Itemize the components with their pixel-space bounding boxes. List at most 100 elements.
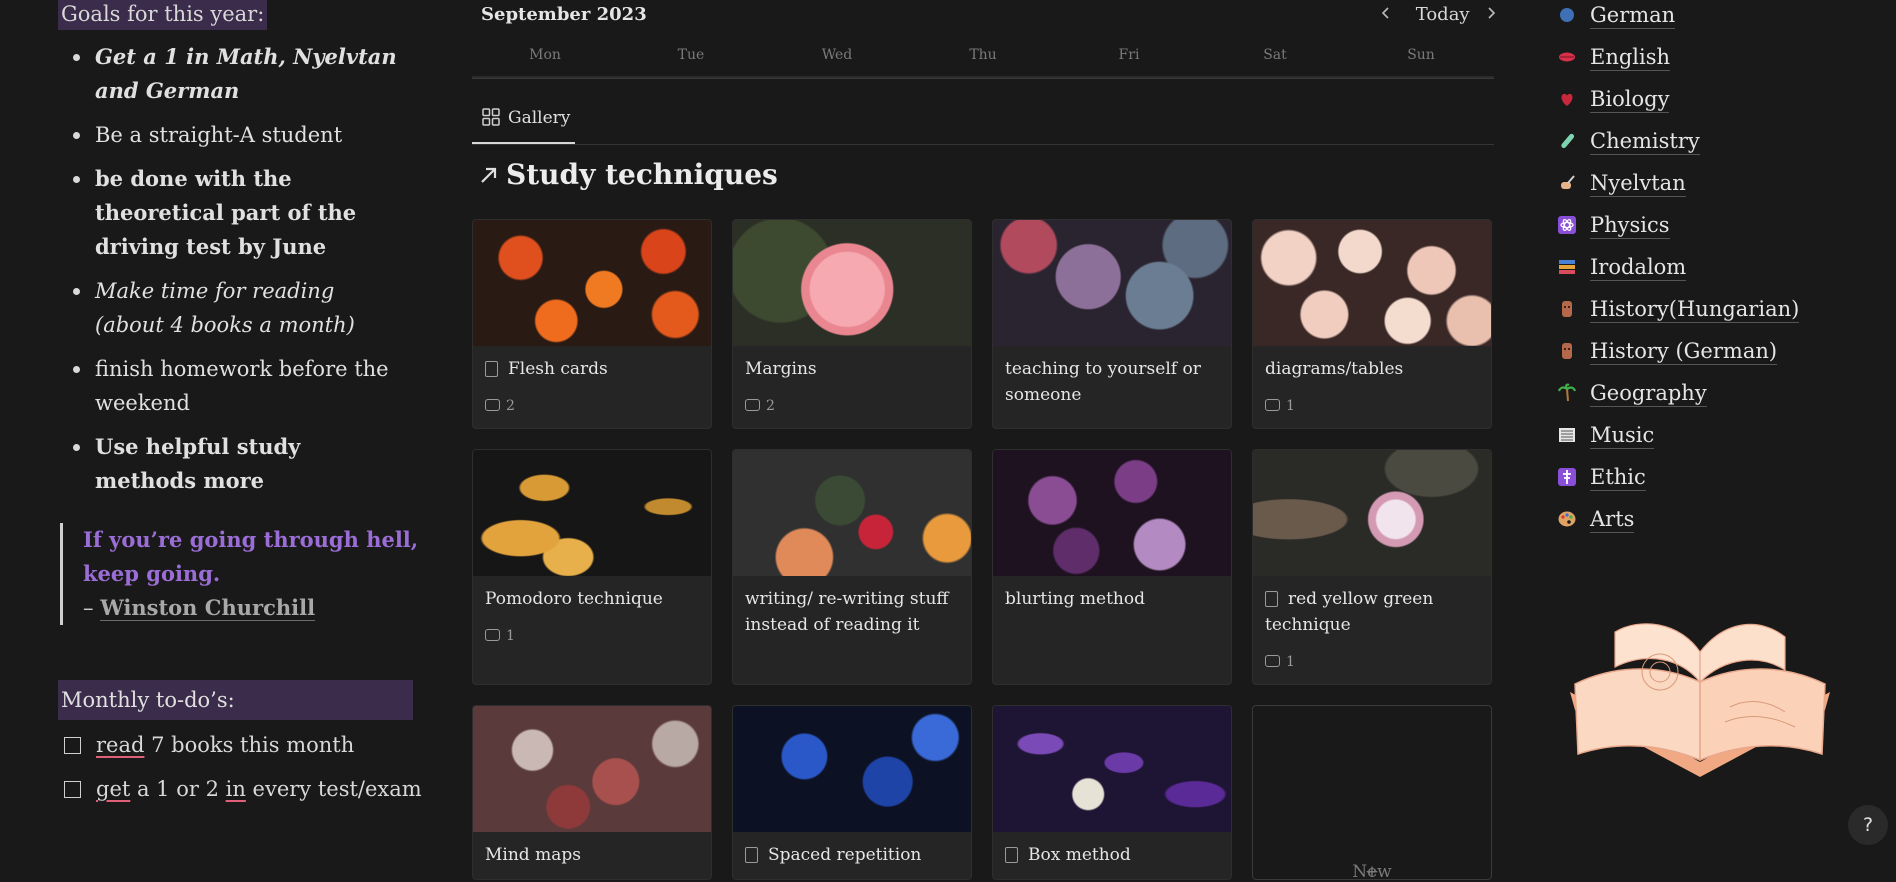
page-icon bbox=[1005, 847, 1018, 863]
weekday-label: Tue bbox=[677, 47, 705, 63]
subject-item-physics[interactable]: Physics bbox=[1556, 204, 1799, 246]
test-tube-icon bbox=[1556, 130, 1578, 152]
quote-line: If you’re going through hell, bbox=[83, 527, 419, 552]
todo-word: read bbox=[96, 733, 145, 757]
gallery-card[interactable]: blurting method bbox=[992, 449, 1232, 685]
calendar-nav: Today bbox=[1380, 4, 1497, 25]
calendar-row-divider bbox=[472, 76, 1494, 79]
lips-icon bbox=[1556, 46, 1578, 68]
gallery-card[interactable]: Box method bbox=[992, 705, 1232, 880]
quote-author-link[interactable]: Winston Churchill bbox=[100, 595, 316, 621]
todo-checkbox[interactable] bbox=[64, 737, 81, 754]
comment-count-text: 1 bbox=[506, 628, 515, 644]
subject-item-biology[interactable]: Biology bbox=[1556, 78, 1799, 120]
help-button[interactable]: ? bbox=[1848, 805, 1888, 845]
card-title-text: Box method bbox=[1028, 845, 1131, 865]
arrow-up-right-icon bbox=[481, 167, 497, 183]
card-cover-image bbox=[733, 706, 971, 832]
gallery-section-title[interactable]: Study techniques bbox=[478, 158, 778, 191]
gallery-card[interactable]: writing/ re-writing stuff instead of rea… bbox=[732, 449, 972, 685]
weekday-label: Sun bbox=[1407, 47, 1435, 63]
card-title: Mind maps bbox=[473, 832, 711, 868]
chevron-left-icon[interactable] bbox=[1380, 4, 1400, 25]
weekday-label: Sat bbox=[1263, 47, 1287, 63]
todo-item: read 7 books this month bbox=[64, 731, 354, 759]
gallery-card[interactable]: Flesh cards 2 bbox=[472, 219, 712, 429]
gallery-card[interactable]: teaching to yourself or someone bbox=[992, 219, 1232, 429]
goal-item: Be a straight-A student bbox=[60, 118, 400, 152]
todo-word: in bbox=[225, 777, 246, 801]
weekday-label: Thu bbox=[969, 47, 997, 63]
todo-checkbox[interactable] bbox=[64, 781, 81, 798]
card-cover-image bbox=[473, 706, 711, 832]
palm-tree-icon bbox=[1556, 382, 1578, 404]
subject-item-chemistry[interactable]: Chemistry bbox=[1556, 120, 1799, 162]
subject-item-irodalom[interactable]: Irodalom bbox=[1556, 246, 1799, 288]
gallery-card[interactable]: Spaced repetition bbox=[732, 705, 972, 880]
musical-score-icon bbox=[1556, 424, 1578, 446]
goal-item: Get a 1 in Math, Nyelvtan and German bbox=[60, 40, 400, 108]
subject-item-german[interactable]: German bbox=[1556, 0, 1799, 36]
todo-word: get bbox=[96, 777, 131, 801]
card-title-text: Margins bbox=[745, 359, 817, 379]
page-icon bbox=[745, 847, 758, 863]
card-title: Pomodoro technique bbox=[473, 576, 711, 612]
card-title: Box method bbox=[993, 832, 1231, 868]
calendar-weekdays: Mon Tue Wed Thu Fri Sat Sun bbox=[472, 47, 1494, 63]
subject-item-ethic[interactable]: Ethic bbox=[1556, 456, 1799, 498]
card-cover-image bbox=[1253, 220, 1491, 346]
subject-item-arts[interactable]: Arts bbox=[1556, 498, 1799, 540]
subject-item-geography[interactable]: Geography bbox=[1556, 372, 1799, 414]
card-cover-image bbox=[993, 450, 1231, 576]
subject-item-nyelvtan[interactable]: Nyelvtan bbox=[1556, 162, 1799, 204]
card-title-text: writing/ re-writing stuff instead of rea… bbox=[745, 589, 949, 635]
card-title-text: teaching to yourself or someone bbox=[1005, 359, 1201, 405]
card-title-text: blurting method bbox=[1005, 589, 1145, 609]
goals-heading: Goals for this year: bbox=[58, 0, 268, 30]
subject-item-history-hungarian[interactable]: History(Hungarian) bbox=[1556, 288, 1800, 330]
comment-icon bbox=[1265, 399, 1280, 411]
new-card-button[interactable]: + New bbox=[1252, 705, 1492, 882]
gallery-card[interactable]: Pomodoro technique 1 bbox=[472, 449, 712, 685]
today-button[interactable]: Today bbox=[1416, 4, 1470, 25]
card-title-text: Mind maps bbox=[485, 845, 581, 865]
quote-line: keep going. bbox=[83, 561, 221, 586]
gallery-card[interactable]: Margins 2 bbox=[732, 219, 972, 429]
card-cover-image bbox=[993, 220, 1231, 346]
todo-text: a 1 or 2 bbox=[130, 777, 226, 801]
quote-block: If you’re going through hell, keep going… bbox=[60, 523, 443, 625]
subject-item-history-german[interactable]: History (German) bbox=[1556, 330, 1799, 372]
open-book-illustration bbox=[1570, 623, 1830, 777]
gallery-card[interactable]: Mind maps bbox=[472, 705, 712, 880]
tab-divider bbox=[472, 144, 1494, 145]
gallery-card[interactable]: diagrams/tables 1 bbox=[1252, 219, 1492, 429]
page-icon bbox=[1265, 591, 1278, 607]
card-title: Margins bbox=[733, 346, 971, 382]
goal-item: Use helpful study methods more bbox=[60, 430, 400, 498]
comment-count: 2 bbox=[745, 398, 775, 414]
section-title-text: Study techniques bbox=[506, 158, 778, 191]
card-title: writing/ re-writing stuff instead of rea… bbox=[733, 576, 971, 638]
calendar-month-title: September 2023 bbox=[481, 4, 647, 25]
weekday-label: Mon bbox=[529, 47, 561, 63]
comment-count-text: 1 bbox=[1286, 654, 1295, 670]
card-title-text: Flesh cards bbox=[508, 359, 608, 379]
subject-item-english[interactable]: English bbox=[1556, 36, 1799, 78]
card-title: red yellow green technique bbox=[1253, 576, 1491, 638]
todo-text: every test/exam bbox=[245, 777, 422, 801]
tab-gallery-label: Gallery bbox=[508, 108, 571, 128]
goal-item: Make time for reading (about 4 books a m… bbox=[60, 274, 400, 342]
comment-count: 1 bbox=[1265, 654, 1295, 670]
todo-item: get a 1 or 2 in every test/exam bbox=[64, 775, 422, 803]
chevron-right-icon[interactable] bbox=[1485, 4, 1497, 25]
new-card-text: New bbox=[1352, 862, 1392, 882]
card-cover-image bbox=[733, 450, 971, 576]
comment-count-text: 2 bbox=[766, 398, 775, 414]
goal-item: finish homework before the weekend bbox=[60, 352, 400, 420]
page-icon bbox=[485, 361, 498, 377]
subject-item-music[interactable]: Music bbox=[1556, 414, 1799, 456]
gallery-grid-icon bbox=[482, 108, 500, 126]
tab-gallery[interactable]: Gallery bbox=[482, 108, 570, 128]
gallery-card[interactable]: red yellow green technique 1 bbox=[1252, 449, 1492, 685]
goal-item: be done with the theoretical part of the… bbox=[60, 162, 400, 264]
